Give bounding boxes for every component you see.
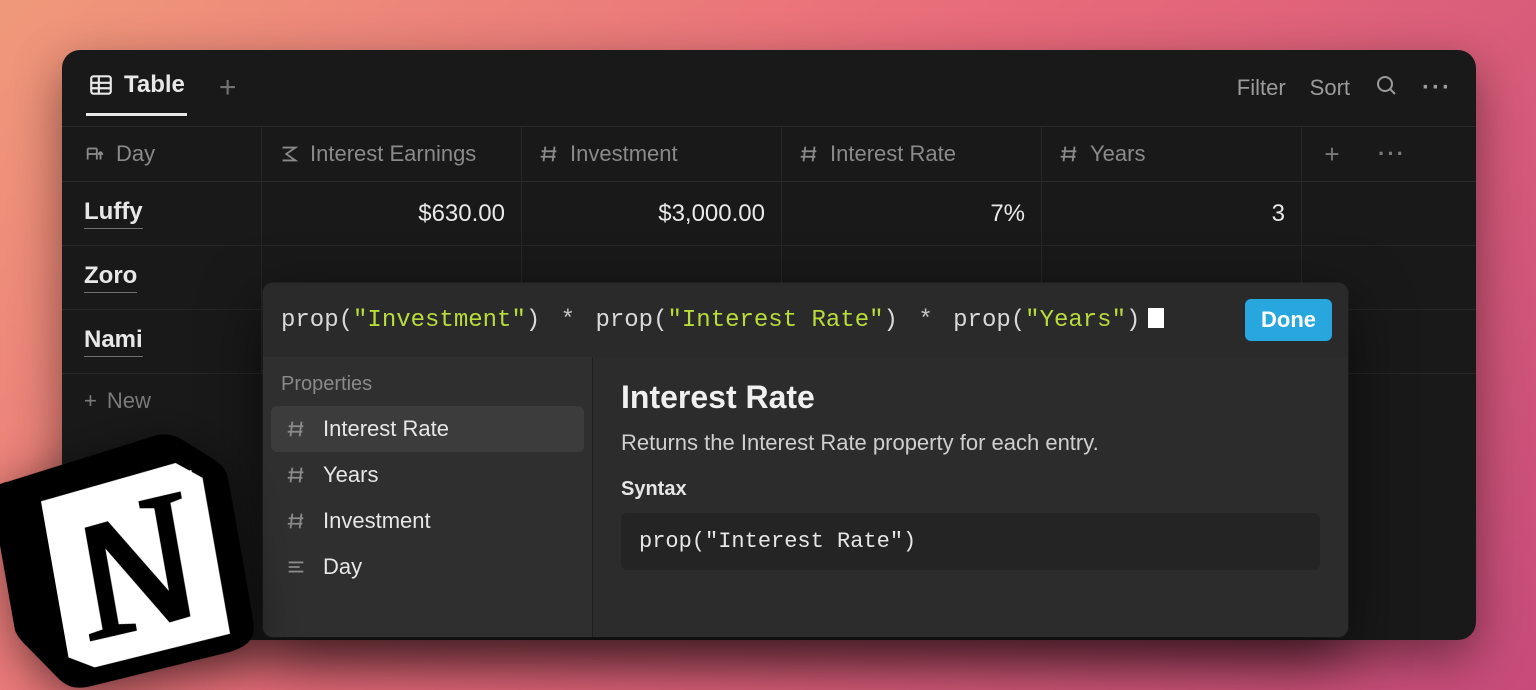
plus-icon: + (84, 388, 97, 414)
table-row[interactable]: Luffy $630.00 $3,000.00 7% 3 (62, 182, 1476, 246)
number-icon (798, 143, 820, 165)
text-caret (1148, 308, 1164, 328)
column-label: Years (1090, 141, 1145, 167)
doc-syntax-code: prop("Interest Rate") (621, 513, 1320, 570)
doc-title: Interest Rate (621, 379, 1320, 416)
toolbar-actions: Filter Sort ··· (1237, 73, 1452, 103)
filter-button[interactable]: Filter (1237, 75, 1286, 101)
column-header-day[interactable]: Day (62, 127, 262, 181)
property-item[interactable]: Interest Rate (271, 406, 584, 452)
number-icon (285, 464, 307, 486)
formula-input[interactable]: prop("Investment") * prop("Interest Rate… (281, 307, 1164, 334)
sort-button[interactable]: Sort (1310, 75, 1350, 101)
title-icon (285, 556, 307, 578)
cell-investment[interactable]: $3,000.00 (522, 182, 782, 245)
add-column-button[interactable]: + (1302, 127, 1362, 181)
more-button[interactable]: ··· (1422, 74, 1452, 102)
title-icon (84, 143, 106, 165)
tab-label: Table (124, 71, 185, 99)
column-label: Interest Earnings (310, 141, 476, 167)
table-icon (88, 72, 114, 98)
cell-empty (1302, 182, 1362, 245)
number-icon (285, 510, 307, 532)
column-header-earnings[interactable]: Interest Earnings (262, 127, 522, 181)
property-label: Investment (323, 508, 431, 534)
column-header-investment[interactable]: Investment (522, 127, 782, 181)
property-label: Years (323, 462, 378, 488)
cell-earnings[interactable]: $630.00 (262, 182, 522, 245)
formula-input-bar: prop("Investment") * prop("Interest Rate… (263, 283, 1348, 357)
column-label: Interest Rate (830, 141, 956, 167)
doc-description: Returns the Interest Rate property for e… (621, 430, 1320, 456)
cell-empty (1362, 182, 1422, 245)
formula-icon (278, 143, 300, 165)
column-options-button[interactable]: ··· (1362, 127, 1422, 181)
cell-years[interactable]: 3 (1042, 182, 1302, 245)
formula-body: Properties Interest Rate Years Investment D… (263, 357, 1348, 637)
formula-editor-popover: prop("Investment") * prop("Interest Rate… (263, 283, 1348, 637)
number-icon (538, 143, 560, 165)
property-label: Interest Rate (323, 416, 449, 442)
cell-name[interactable]: Zoro (62, 246, 262, 309)
database-toolbar: Table + Filter Sort ··· (62, 50, 1476, 126)
cell-empty (1362, 310, 1422, 373)
view-tabs: Table + (86, 61, 244, 116)
cell-rate[interactable]: 7% (782, 182, 1042, 245)
column-header-rate[interactable]: Interest Rate (782, 127, 1042, 181)
cell-name[interactable]: Luffy (62, 182, 262, 245)
column-label: Day (116, 141, 155, 167)
cell-name[interactable]: Nami (62, 310, 262, 373)
number-icon (285, 418, 307, 440)
add-view-button[interactable]: + (211, 69, 245, 107)
property-item[interactable]: Investment (271, 498, 584, 544)
new-row-label: New (107, 388, 151, 414)
number-icon (1058, 143, 1080, 165)
properties-heading: Properties (271, 373, 584, 406)
tab-table[interactable]: Table (86, 61, 187, 116)
search-icon (1374, 73, 1398, 97)
property-label: Day (323, 554, 362, 580)
search-button[interactable] (1374, 73, 1398, 103)
notion-logo (0, 411, 264, 690)
column-label: Investment (570, 141, 678, 167)
doc-syntax-heading: Syntax (621, 478, 1320, 501)
done-button[interactable]: Done (1245, 299, 1332, 341)
column-header-years[interactable]: Years (1042, 127, 1302, 181)
cell-empty (1362, 246, 1422, 309)
properties-panel: Properties Interest Rate Years Investment D… (263, 357, 593, 637)
property-item[interactable]: Years (271, 452, 584, 498)
table-header-row: Day Interest Earnings Investment Interes… (62, 126, 1476, 182)
documentation-panel: Interest Rate Returns the Interest Rate … (593, 357, 1348, 637)
property-item[interactable]: Day (271, 544, 584, 590)
